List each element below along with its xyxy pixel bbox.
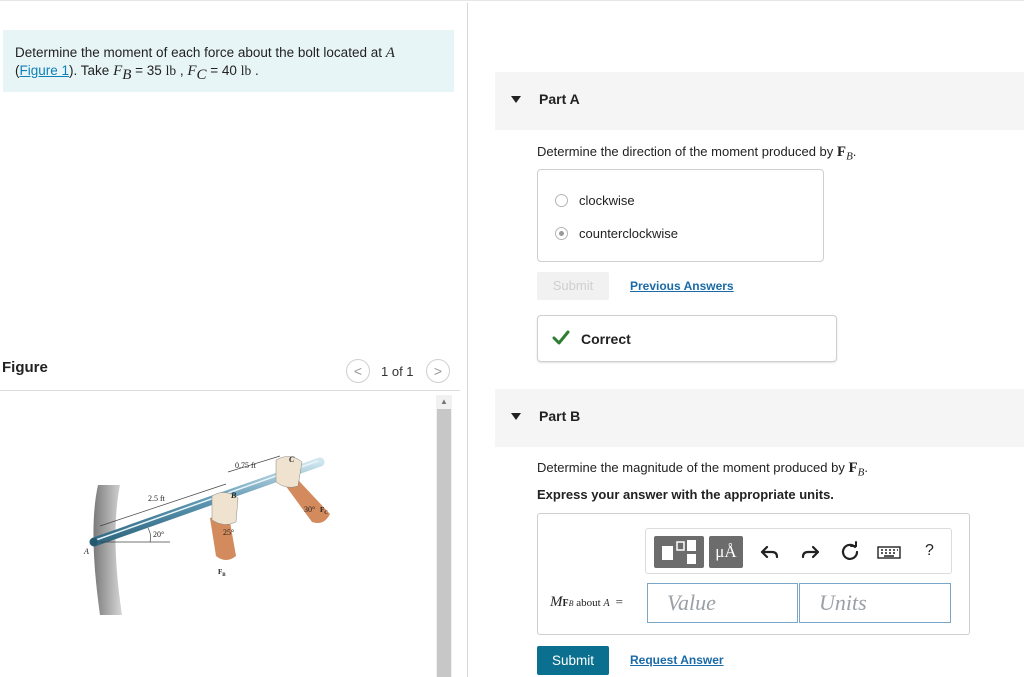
label-0-75-ft: 0.75 ft <box>235 461 257 470</box>
problem-statement: Determine the moment of each force about… <box>3 30 454 92</box>
wall <box>93 485 122 615</box>
answer-label: MFB about A = <box>550 594 623 610</box>
figure-title: Figure <box>2 359 48 376</box>
fc-value: = 40 <box>206 63 241 78</box>
choice-clockwise[interactable]: clockwise <box>555 191 635 209</box>
pane-splitter[interactable] <box>467 3 468 677</box>
reset-icon <box>841 541 859 560</box>
radio-counterclockwise[interactable] <box>555 226 568 240</box>
label-point-a: A <box>83 547 89 556</box>
label-point-c: C <box>289 455 295 464</box>
part-a-label: Part A <box>539 91 580 107</box>
next-figure-button[interactable]: > <box>426 359 450 383</box>
templates-button[interactable] <box>654 536 704 568</box>
reset-button[interactable] <box>838 540 862 564</box>
problem-text: Determine the moment of each force about… <box>15 45 386 60</box>
part-b-header[interactable]: Part B <box>495 389 1024 447</box>
fc-unit: lb <box>240 63 252 78</box>
direction-choices: clockwise counterclockwise <box>537 169 824 262</box>
undo-icon <box>760 545 779 559</box>
label-20-deg: 20° <box>153 530 164 539</box>
radio-clockwise[interactable] <box>555 193 568 207</box>
part-a-submit-button[interactable]: Submit <box>537 272 609 300</box>
part-b-label: Part B <box>539 408 581 424</box>
value-input[interactable]: Value <box>647 583 798 623</box>
problem-point: A <box>385 45 395 61</box>
part-b-submit-button[interactable]: Submit <box>537 646 609 675</box>
caret-down-icon <box>511 96 521 103</box>
caret-down-icon <box>511 413 521 420</box>
wrench-figure: 2.5 ft 0.75 ft 20° 25° 30° A B C FB FC <box>83 455 330 615</box>
problem-take: ). Take <box>69 63 114 78</box>
previous-answers-link[interactable]: Previous Answers <box>630 279 734 293</box>
label-force-b: FB <box>218 568 226 578</box>
figure-page-count: 1 of 1 <box>381 364 414 379</box>
redo-icon <box>801 545 820 559</box>
left-pane: Determine the moment of each force about… <box>0 0 467 677</box>
figure-scrollbar[interactable]: ▲ <box>436 395 452 677</box>
label-30-deg: 30° <box>304 505 315 514</box>
label-2-5-ft: 2.5 ft <box>148 494 166 503</box>
correct-feedback: Correct <box>537 315 837 362</box>
part-b-instruction: Express your answer with the appropriate… <box>537 487 834 502</box>
help-icon: ? <box>925 542 934 559</box>
label-point-b: B <box>230 491 237 500</box>
chevron-left-icon: < <box>353 363 363 379</box>
part-a-header[interactable]: Part A <box>495 72 1024 130</box>
scroll-up-arrow-icon[interactable]: ▲ <box>436 395 452 409</box>
keyboard-icon <box>877 546 901 559</box>
scroll-thumb[interactable] <box>437 409 451 677</box>
request-answer-link[interactable]: Request Answer <box>630 653 724 667</box>
redo-button[interactable] <box>798 540 822 564</box>
previous-figure-button[interactable]: < <box>346 359 370 383</box>
label-25-deg: 25° <box>223 528 234 537</box>
fc-subscript: C <box>196 66 207 83</box>
figure-link[interactable]: Figure 1 <box>20 63 70 78</box>
choice-counterclockwise[interactable]: counterclockwise <box>555 224 678 242</box>
undo-button[interactable] <box>758 540 782 564</box>
answer-box: μÅ ? MFB about A = Value Units <box>537 513 970 635</box>
part-b-prompt: Determine the magnitude of the moment pr… <box>537 460 868 479</box>
chevron-right-icon: > <box>433 363 443 379</box>
feedback-text: Correct <box>581 331 631 347</box>
templates-icon <box>662 540 696 564</box>
units-input[interactable]: Units <box>799 583 951 623</box>
units-mu-angstrom-icon: μÅ <box>715 542 737 561</box>
help-button[interactable]: ? <box>925 542 934 560</box>
checkmark-icon <box>552 330 570 345</box>
fb-unit: lb <box>165 63 177 78</box>
math-toolbar: μÅ ? <box>645 528 952 574</box>
units-button[interactable]: μÅ <box>709 536 743 568</box>
hand-b <box>210 492 239 560</box>
figure-header: Figure < 1 of 1 > <box>0 355 460 391</box>
part-a-prompt: Determine the direction of the moment pr… <box>537 144 857 163</box>
bolt-a <box>90 538 98 546</box>
angle-arc-20 <box>147 527 152 543</box>
fb-value: = 35 <box>131 63 166 78</box>
keyboard-button[interactable] <box>876 540 902 564</box>
